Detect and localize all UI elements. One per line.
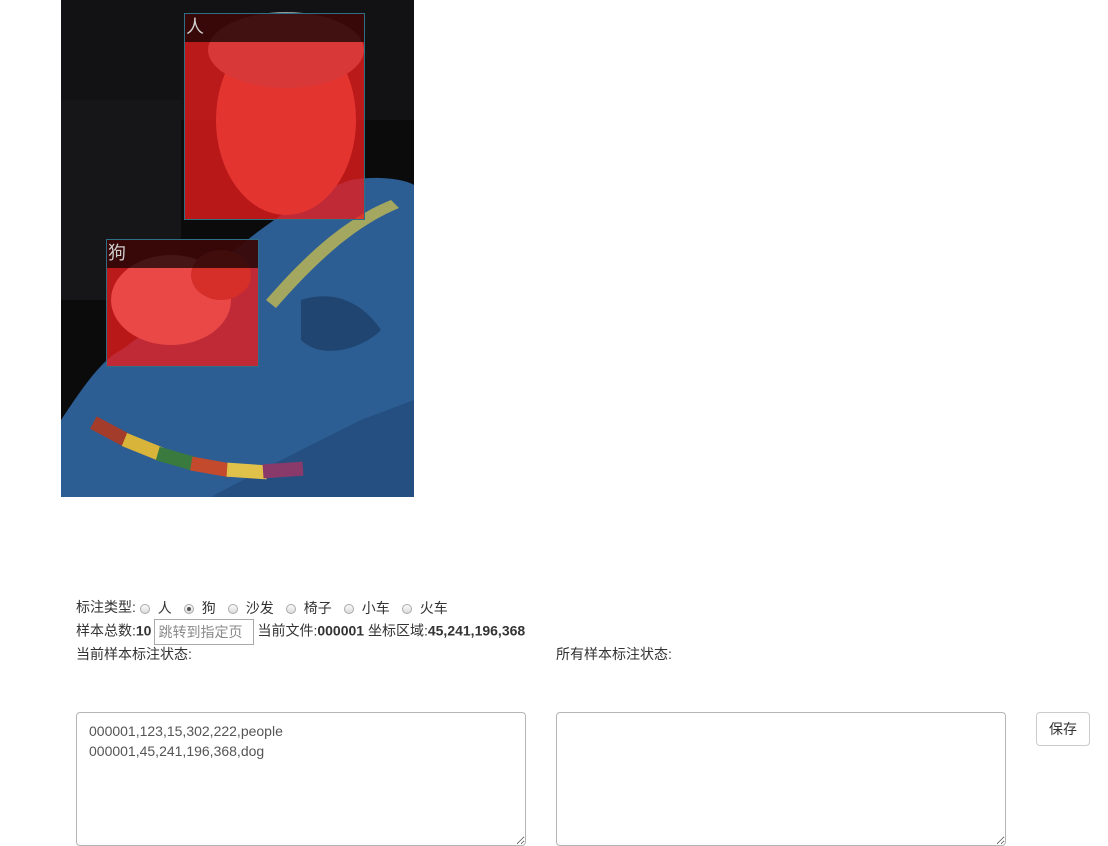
type-option[interactable]: 狗 — [183, 597, 216, 620]
current-file-value: 000001 — [317, 622, 365, 639]
radio-button[interactable] — [227, 603, 238, 614]
bbox-label: 人 — [185, 14, 364, 42]
type-option[interactable]: 椅子 — [285, 597, 332, 620]
info-row: 样本总数:10 当前文件:000001 坐标区域:45,241,196,368 — [76, 619, 1096, 645]
all-status-textarea[interactable] — [556, 712, 1006, 846]
type-option-label: 狗 — [201, 599, 216, 616]
radio-button[interactable] — [139, 603, 150, 614]
type-option-label: 火车 — [419, 599, 448, 616]
type-option-label: 椅子 — [303, 599, 332, 616]
jump-page-input[interactable] — [154, 619, 255, 645]
radio-button[interactable] — [183, 603, 194, 614]
radio-button[interactable] — [343, 603, 354, 614]
radio-button[interactable] — [285, 603, 296, 614]
save-button[interactable]: 保存 — [1036, 712, 1090, 746]
bbox-dog[interactable]: 狗 — [106, 239, 259, 367]
radio-button[interactable] — [401, 603, 412, 614]
total-label: 样本总数: — [76, 622, 136, 639]
type-option-label: 沙发 — [245, 599, 274, 616]
current-file-label: 当前文件: — [257, 622, 318, 639]
bbox-label: 狗 — [107, 240, 258, 268]
type-row: 标注类型: 人 狗 沙发 椅子 小车 火车 — [76, 596, 1096, 619]
type-option-label: 人 — [157, 599, 172, 616]
type-option[interactable]: 人 — [139, 597, 172, 620]
type-label: 标注类型: — [76, 599, 136, 615]
annotation-controls: 标注类型: 人 狗 沙发 椅子 小车 火车 样本总数:10 当前文件:000001 坐标区域… — [76, 596, 1096, 846]
coord-label: 坐标区域: — [367, 622, 428, 639]
bbox-person[interactable]: 人 — [184, 13, 365, 220]
coord-value: 45,241,196,368 — [427, 622, 526, 639]
type-option[interactable]: 小车 — [343, 597, 390, 620]
type-option[interactable]: 火车 — [401, 597, 448, 620]
type-radio-group: 人 狗 沙发 椅子 小车 火车 — [139, 596, 460, 620]
current-status-label: 当前样本标注状态: — [76, 646, 192, 662]
total-value: 10 — [135, 622, 152, 639]
all-status-label: 所有样本标注状态: — [556, 646, 672, 662]
type-option[interactable]: 沙发 — [227, 597, 274, 620]
annotation-canvas[interactable]: 人 狗 — [61, 0, 414, 497]
current-status-textarea[interactable] — [76, 712, 526, 846]
type-option-label: 小车 — [361, 599, 390, 616]
